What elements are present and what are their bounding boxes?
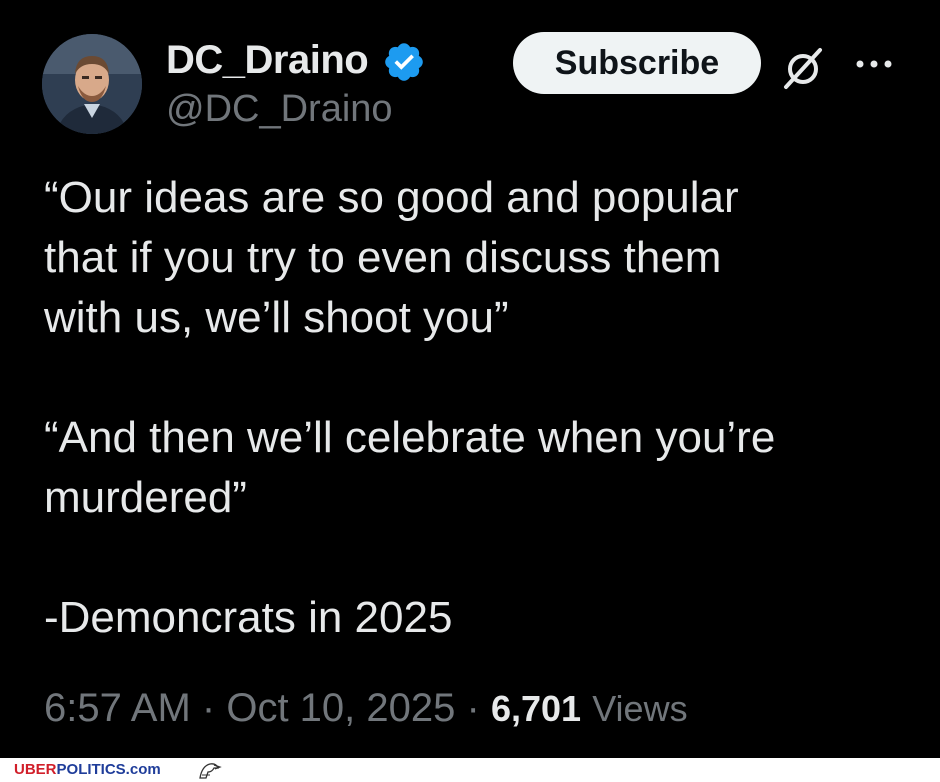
- tweet-text-line: “And then we’ll celebrate when you’re: [44, 413, 776, 462]
- tweet-text-line: murdered”: [44, 473, 247, 522]
- watermark-part-uber: UBER: [14, 761, 57, 778]
- tweet-text-line: “Our ideas are so good and popular: [44, 173, 739, 222]
- meta-separator: ·: [466, 686, 480, 730]
- watermark-text: UBERPOLITICS.com: [14, 761, 161, 778]
- tweet-text: “Our ideas are so good and popular that …: [44, 168, 914, 648]
- tweet-text-line: -Demoncrats in 2025: [44, 593, 453, 642]
- tweet-time[interactable]: 6:57 AM: [44, 686, 191, 730]
- views-count: 6,701: [490, 688, 582, 729]
- tweet-card: DC_Draino @DC_Draino Subscribe “Our idea…: [0, 0, 940, 758]
- tweet-date[interactable]: Oct 10, 2025: [226, 686, 455, 730]
- user-handle[interactable]: @DC_Draino: [166, 88, 393, 131]
- watermark-bar: UBERPOLITICS.com: [0, 758, 940, 782]
- subscribe-button[interactable]: Subscribe: [513, 32, 761, 94]
- views-label: Views: [592, 688, 688, 729]
- avatar[interactable]: [42, 34, 142, 134]
- tweet-text-line: with us, we’ll shoot you”: [44, 293, 509, 342]
- display-name[interactable]: DC_Draino: [166, 38, 369, 83]
- watermark-part-politics: POLITICS.com: [56, 761, 161, 778]
- eagle-icon: [199, 763, 222, 779]
- avatar-image: [42, 34, 142, 134]
- verified-badge-icon: [385, 43, 423, 81]
- more-options-icon[interactable]: [852, 52, 896, 76]
- tweet-metadata: 6:57 AM · Oct 10, 2025 · 6,701 Views: [44, 686, 688, 731]
- tweet-text-line: that if you try to even discuss them: [44, 233, 722, 282]
- meta-separator: ·: [201, 686, 216, 730]
- grok-icon[interactable]: [780, 45, 826, 91]
